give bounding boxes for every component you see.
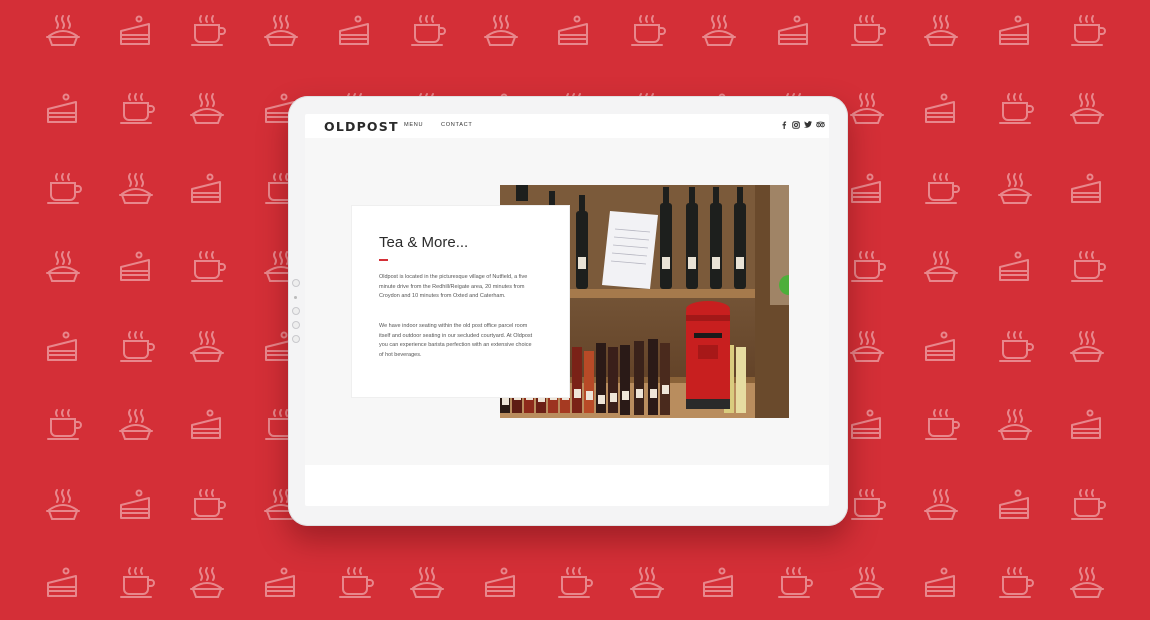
tablet-side-button	[292, 321, 300, 329]
coffee-cup-icon	[336, 566, 374, 600]
card-paragraph-seating: We have indoor seating within the old po…	[379, 323, 533, 358]
tablet-screen: OLDPOST MENU CONTACT Tea & More... Oldpo…	[305, 114, 829, 506]
cake-slice-icon	[996, 488, 1034, 522]
pie-icon	[1068, 330, 1106, 364]
pie-icon	[1068, 92, 1106, 126]
cake-slice-icon	[44, 330, 82, 364]
cake-slice-icon	[922, 330, 960, 364]
cake-slice-icon	[482, 566, 520, 600]
cake-slice-icon	[336, 14, 374, 48]
coffee-cup-icon	[44, 172, 82, 206]
pie-icon	[1068, 566, 1106, 600]
cake-slice-icon	[848, 172, 886, 206]
hero-section: Tea & More... Oldpost is located in the …	[305, 138, 829, 465]
cake-slice-icon	[922, 92, 960, 126]
pie-icon	[996, 172, 1034, 206]
tablet-side-button	[292, 335, 300, 343]
pie-icon	[188, 330, 226, 364]
coffee-cup-icon	[996, 330, 1034, 364]
cake-slice-icon	[775, 14, 813, 48]
coffee-cup-icon	[996, 566, 1034, 600]
nav-link-contact[interactable]: CONTACT	[441, 122, 473, 128]
card-paragraph-location: Oldpost is located in the picturesque vi…	[379, 274, 528, 299]
coffee-cup-icon	[117, 566, 155, 600]
coffee-cup-icon	[848, 488, 886, 522]
cake-slice-icon	[188, 172, 226, 206]
coffee-cup-icon	[555, 566, 593, 600]
pie-icon	[700, 14, 738, 48]
coffee-cup-icon	[1068, 14, 1106, 48]
cake-slice-icon	[262, 566, 300, 600]
pie-icon	[262, 14, 300, 48]
pie-icon	[848, 330, 886, 364]
coffee-cup-icon	[188, 250, 226, 284]
pie-icon	[848, 92, 886, 126]
pie-icon	[188, 92, 226, 126]
tablet-frame: OLDPOST MENU CONTACT Tea & More... Oldpo…	[288, 96, 848, 526]
cake-slice-icon	[700, 566, 738, 600]
cake-slice-icon	[188, 408, 226, 442]
pie-icon	[482, 14, 520, 48]
coffee-cup-icon	[628, 14, 666, 48]
pie-icon	[848, 566, 886, 600]
nav-link-menu[interactable]: MENU	[404, 122, 423, 128]
site-navbar: OLDPOST MENU CONTACT	[305, 114, 829, 138]
coffee-cup-icon	[1068, 488, 1106, 522]
cake-slice-icon	[996, 14, 1034, 48]
coffee-cup-icon	[775, 566, 813, 600]
card-accent-rule	[379, 259, 388, 261]
tripadvisor-icon[interactable]	[816, 121, 825, 128]
site-logo[interactable]: OLDPOST	[324, 119, 399, 134]
coffee-cup-icon	[922, 408, 960, 442]
coffee-cup-icon	[117, 92, 155, 126]
cake-slice-icon	[117, 488, 155, 522]
pie-icon	[44, 488, 82, 522]
cake-slice-icon	[117, 250, 155, 284]
twitter-icon[interactable]	[804, 121, 812, 128]
pie-icon	[922, 14, 960, 48]
pie-icon	[408, 566, 446, 600]
coffee-cup-icon	[922, 172, 960, 206]
cake-slice-icon	[848, 408, 886, 442]
coffee-cup-icon	[848, 250, 886, 284]
tablet-side-button	[292, 307, 300, 315]
coffee-cup-icon	[408, 14, 446, 48]
pie-icon	[922, 250, 960, 284]
coffee-cup-icon	[848, 14, 886, 48]
pie-icon	[44, 14, 82, 48]
cake-slice-icon	[44, 566, 82, 600]
coffee-cup-icon	[117, 330, 155, 364]
coffee-cup-icon	[996, 92, 1034, 126]
coffee-cup-icon	[188, 488, 226, 522]
cake-slice-icon	[555, 14, 593, 48]
pie-icon	[44, 250, 82, 284]
cake-slice-icon	[996, 250, 1034, 284]
pie-icon	[996, 408, 1034, 442]
tablet-side-dot	[294, 296, 297, 299]
intro-card: Tea & More... Oldpost is located in the …	[352, 206, 569, 397]
cake-slice-icon	[117, 14, 155, 48]
coffee-cup-icon	[44, 408, 82, 442]
pie-icon	[117, 408, 155, 442]
coffee-cup-icon	[1068, 250, 1106, 284]
cake-slice-icon	[1068, 172, 1106, 206]
facebook-icon[interactable]	[781, 121, 787, 129]
pie-icon	[922, 488, 960, 522]
pie-icon	[117, 172, 155, 206]
pie-icon	[628, 566, 666, 600]
card-title: Tea & More...	[379, 234, 469, 251]
coffee-cup-icon	[188, 14, 226, 48]
instagram-icon[interactable]	[792, 121, 800, 129]
cake-slice-icon	[922, 566, 960, 600]
pie-icon	[188, 566, 226, 600]
cake-slice-icon	[1068, 408, 1106, 442]
cake-slice-icon	[44, 92, 82, 126]
page-footer-band	[305, 465, 829, 506]
tablet-side-button	[292, 279, 300, 287]
